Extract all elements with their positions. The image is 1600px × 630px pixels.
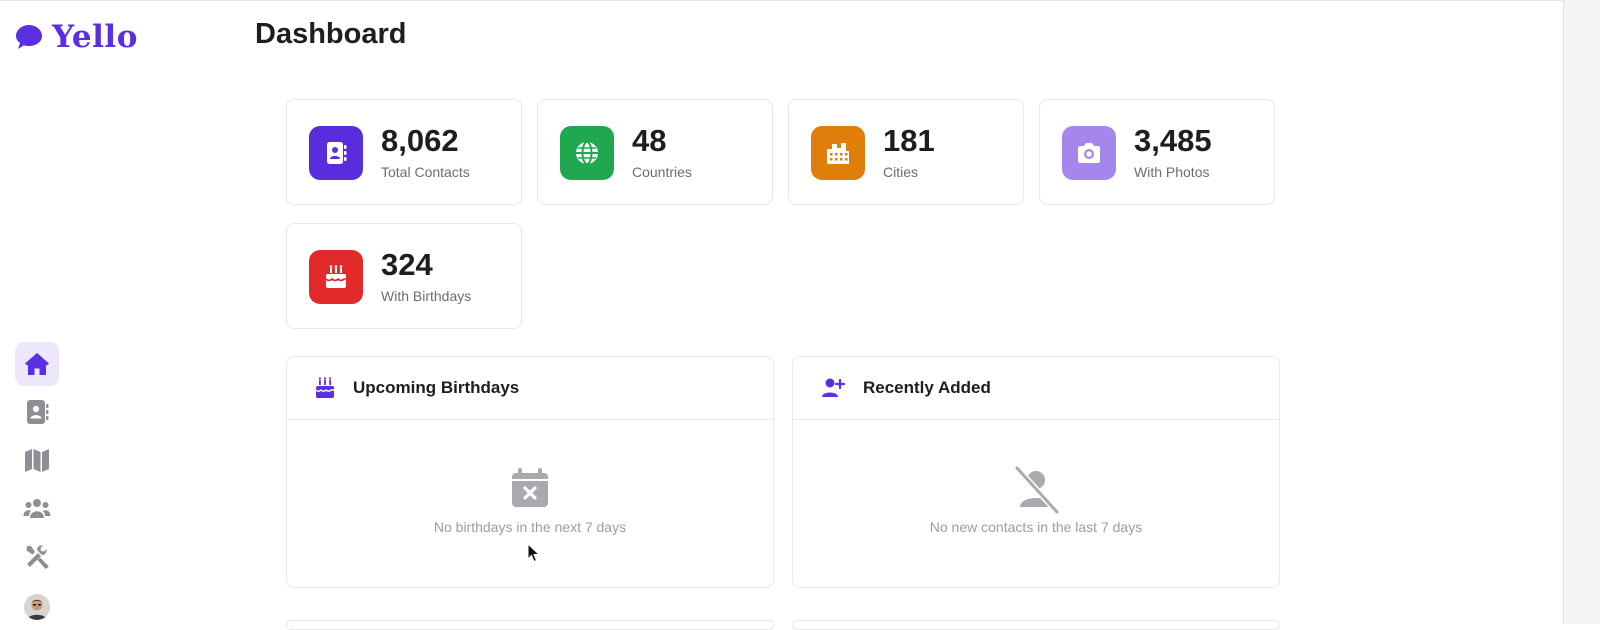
- user-plus-icon: [822, 378, 846, 397]
- stat-value: 8,062: [381, 123, 459, 158]
- panel-header: Upcoming Birthdays: [287, 357, 773, 420]
- calendar-x-icon: [512, 468, 548, 507]
- stat-card-countries[interactable]: 48 Countries: [537, 99, 773, 205]
- stat-value: 181: [883, 123, 935, 158]
- users-icon: [23, 499, 51, 518]
- contacts-book-icon: [27, 400, 49, 424]
- window-top-border: [0, 0, 1600, 1]
- map-icon: [25, 449, 49, 472]
- stat-label: With Birthdays: [381, 288, 472, 304]
- birthday-cake-icon: [315, 377, 334, 398]
- sidebar-item-tools[interactable]: [15, 535, 59, 579]
- sidebar-item-home[interactable]: [15, 342, 59, 386]
- avatar-icon: [24, 594, 50, 620]
- tools-icon: [26, 545, 49, 569]
- stat-value: 324: [381, 247, 433, 282]
- window-scrollbar[interactable]: [1563, 0, 1600, 624]
- stat-value: 48: [632, 123, 667, 158]
- stat-label: Total Contacts: [381, 164, 470, 180]
- user-avatar[interactable]: [24, 594, 50, 620]
- panel-title: Upcoming Birthdays: [353, 378, 520, 397]
- stat-label: Cities: [883, 164, 919, 180]
- stat-card-cities[interactable]: 181 Cities: [788, 99, 1024, 205]
- stat-card-total-contacts[interactable]: 8,062 Total Contacts: [286, 99, 522, 205]
- empty-state-text: No new contacts in the last 7 days: [929, 519, 1143, 535]
- app-logo[interactable]: Yello: [15, 20, 138, 54]
- app-name: Yello: [52, 19, 138, 55]
- contacts-book-icon: [309, 126, 363, 180]
- panel-header: Recently Added: [793, 357, 1279, 420]
- camera-icon: [1062, 126, 1116, 180]
- city-icon: [811, 126, 865, 180]
- stat-card-with-photos[interactable]: 3,485 With Photos: [1039, 99, 1275, 205]
- partial-card-below: [286, 620, 774, 630]
- mouse-pointer-icon: [527, 543, 541, 563]
- stat-value: 3,485: [1134, 123, 1212, 158]
- sidebar-item-map[interactable]: [15, 438, 59, 482]
- panel-title: Recently Added: [863, 378, 991, 397]
- stat-label: Countries: [632, 164, 692, 180]
- empty-state-text: No birthdays in the next 7 days: [433, 519, 627, 535]
- speech-bubble-logo-icon: [16, 25, 42, 49]
- sidebar-item-contacts[interactable]: [15, 390, 59, 434]
- recently-added-panel: Recently Added No new contacts in the la…: [792, 356, 1280, 588]
- globe-icon: [560, 126, 614, 180]
- birthday-cake-icon: [309, 250, 363, 304]
- page-title: Dashboard: [255, 18, 407, 50]
- sidebar-item-groups[interactable]: [15, 487, 59, 531]
- home-icon: [25, 353, 49, 375]
- partial-card-below: [792, 620, 1280, 630]
- stat-label: With Photos: [1134, 164, 1210, 180]
- user-slash-icon: [1014, 465, 1060, 515]
- stat-card-with-birthdays[interactable]: 324 With Birthdays: [286, 223, 522, 329]
